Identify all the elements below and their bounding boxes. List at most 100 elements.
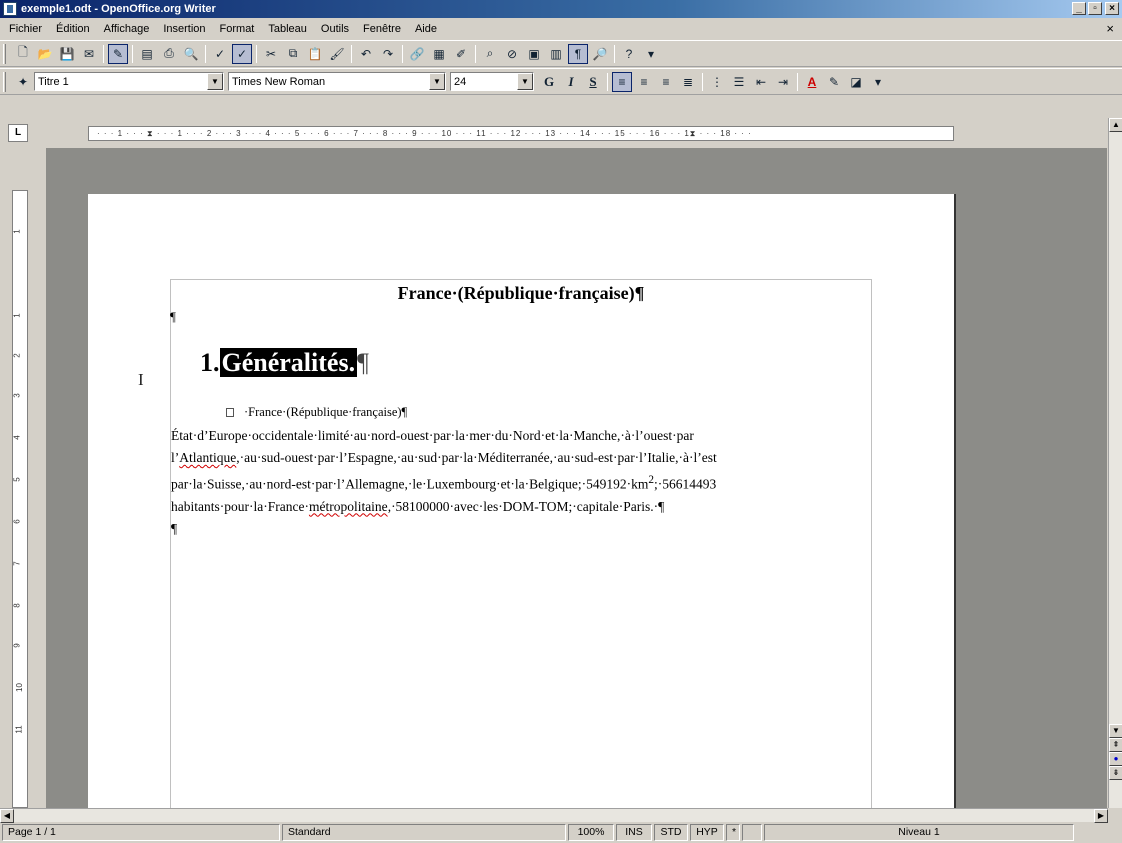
next-page-icon[interactable]: ⇟ [1109, 766, 1122, 780]
export-pdf-icon[interactable]: ▤ [137, 44, 157, 64]
paragraph-style-select[interactable]: Titre 1 ▼ [34, 72, 224, 91]
chevron-down-icon[interactable]: ▼ [429, 73, 445, 90]
heading-selected-text[interactable]: Généralités. [219, 348, 358, 377]
menu-affichage[interactable]: Affichage [97, 23, 157, 35]
gallery-icon[interactable]: ▣ [524, 44, 544, 64]
navigation-icon[interactable]: ● [1109, 752, 1122, 766]
find-replace-icon[interactable]: ⌕ [480, 44, 500, 64]
italic-button[interactable]: I [561, 72, 581, 92]
menu-fichier[interactable]: Fichier [2, 23, 49, 35]
redo-icon[interactable]: ↷ [378, 44, 398, 64]
autospellcheck-icon[interactable]: ✓ [232, 43, 252, 64]
new-document-icon[interactable]: 🗋 [13, 44, 33, 64]
vertical-ruler[interactable]: 1 1 2 3 4 5 6 7 8 9 10 11 [8, 148, 32, 808]
document-title[interactable]: France·(République·française)¶ [170, 283, 872, 304]
zoom-level[interactable]: 100% [568, 824, 614, 841]
writer-app-icon[interactable] [3, 2, 17, 16]
toolbar-grip[interactable] [3, 71, 6, 92]
vruler-number: 10 [14, 683, 24, 692]
scroll-up-icon[interactable]: ▲ [1109, 118, 1122, 132]
justify-icon[interactable]: ≣ [678, 72, 698, 92]
bold-button[interactable]: G [539, 72, 559, 92]
scroll-down-icon[interactable]: ▼ [1109, 724, 1122, 738]
font-color-icon[interactable]: A [802, 72, 822, 92]
horizontal-scrollbar[interactable]: ◀ ▶ [0, 808, 1108, 823]
save-icon[interactable]: 💾 [57, 44, 77, 64]
draw-functions-icon[interactable]: ✐ [451, 44, 471, 64]
previous-page-icon[interactable]: ⇞ [1109, 738, 1122, 752]
increase-indent-icon[interactable]: ⇥ [773, 72, 793, 92]
text-run: ,·au·sud-ouest·par·l’Espagne,·au·sud·par… [236, 450, 717, 465]
page-indicator[interactable]: Page 1 / 1 [2, 824, 280, 841]
menu-tableau[interactable]: Tableau [261, 23, 314, 35]
format-paintbrush-icon[interactable]: 🖌 [327, 44, 347, 64]
chevron-down-icon[interactable]: ▼ [517, 73, 533, 90]
open-icon[interactable]: 📂 [35, 44, 55, 64]
heading-1[interactable]: 1.Généralités.¶ [200, 348, 369, 378]
hyperlink-mode[interactable]: HYP [690, 824, 724, 841]
align-right-icon[interactable]: ≡ [656, 72, 676, 92]
menu-insertion[interactable]: Insertion [156, 23, 212, 35]
tab-type-selector[interactable]: L [8, 124, 28, 142]
font-name-select[interactable]: Times New Roman ▼ [228, 72, 446, 91]
minimize-icon[interactable]: _ [1072, 2, 1086, 15]
insert-mode[interactable]: INS [616, 824, 652, 841]
menu-format[interactable]: Format [213, 23, 262, 35]
body-paragraph[interactable]: État·d’Europe·occidentale·limité·au·nord… [171, 425, 871, 540]
background-color-icon[interactable]: ◪ [846, 72, 866, 92]
edit-mode-icon[interactable]: ✎ [108, 43, 128, 64]
menu-fenetre[interactable]: Fenêtre [356, 23, 408, 35]
chevron-down-icon[interactable]: ▼ [207, 73, 223, 90]
print-preview-icon[interactable]: 🔍 [181, 44, 201, 64]
align-center-icon[interactable]: ≡ [634, 72, 654, 92]
toolbar-overflow-icon[interactable]: ▾ [868, 72, 888, 92]
scroll-right-icon[interactable]: ▶ [1094, 809, 1108, 823]
toolbar-grip[interactable] [3, 43, 6, 64]
separator [607, 72, 608, 91]
vertical-scrollbar[interactable]: ▲ ▼ ⇞ ● ⇟ [1108, 118, 1122, 808]
numbering-icon[interactable]: ⋮ [707, 72, 727, 92]
close-icon[interactable]: × [1105, 2, 1119, 15]
email-icon[interactable]: ✉ [79, 44, 99, 64]
separator [402, 44, 403, 63]
menu-outils[interactable]: Outils [314, 23, 356, 35]
empty-paragraph-mark[interactable]: ¶ [170, 309, 176, 325]
page-style[interactable]: Standard [282, 824, 566, 841]
navigator-icon[interactable]: ⊘ [502, 44, 522, 64]
formatting-marks-icon[interactable]: ¶ [568, 43, 588, 64]
align-left-icon[interactable]: ≡ [612, 71, 632, 92]
misspelled-word[interactable]: Atlantique [179, 450, 236, 465]
menu-aide[interactable]: Aide [408, 23, 444, 35]
menu-edition[interactable]: Édition [49, 23, 97, 35]
decrease-indent-icon[interactable]: ⇤ [751, 72, 771, 92]
selection-mode[interactable]: STD [654, 824, 688, 841]
cut-icon[interactable]: ✂ [261, 44, 281, 64]
copy-icon[interactable]: ⧉ [283, 44, 303, 64]
signature-slot[interactable] [742, 824, 762, 841]
paste-icon[interactable]: 📋 [305, 44, 325, 64]
highlight-icon[interactable]: ✎ [824, 72, 844, 92]
zoom-icon[interactable]: 🔎 [590, 44, 610, 64]
font-size-select[interactable]: 24 ▼ [450, 72, 534, 91]
scroll-left-icon[interactable]: ◀ [0, 809, 14, 823]
horizontal-ruler[interactable]: · · · 1 · · · ⧗ · · · 1 · · · 2 · · · 3 … [88, 126, 954, 141]
styles-formatting-icon[interactable]: ✦ [13, 72, 33, 92]
toolbar-overflow-icon[interactable]: ▾ [641, 44, 661, 64]
undo-icon[interactable]: ↶ [356, 44, 376, 64]
heading-paragraph-mark: ¶ [357, 348, 369, 377]
paragraph-style-value: Titre 1 [38, 75, 69, 88]
print-icon[interactable]: ⎙ [159, 44, 179, 64]
maximize-icon[interactable]: ▫ [1088, 2, 1102, 15]
misspelled-word[interactable]: métropolitaine [309, 499, 388, 514]
text-run: ,·58100000·avec·les·DOM-TOM;·capitale·Pa… [387, 498, 665, 514]
hyperlink-icon[interactable]: 🔗 [407, 44, 427, 64]
data-sources-icon[interactable]: ▥ [546, 44, 566, 64]
spellcheck-icon[interactable]: ✓ [210, 44, 230, 64]
bullets-icon[interactable]: ☰ [729, 72, 749, 92]
bullet-item[interactable]: ·France·(République·française)¶ [226, 405, 407, 420]
help-icon[interactable]: ? [619, 44, 639, 64]
document-close-icon[interactable]: × [1106, 21, 1114, 36]
menu-bar: Fichier Édition Affichage Insertion Form… [0, 18, 1122, 39]
table-icon[interactable]: ▦ [429, 44, 449, 64]
underline-button[interactable]: S [583, 72, 603, 92]
